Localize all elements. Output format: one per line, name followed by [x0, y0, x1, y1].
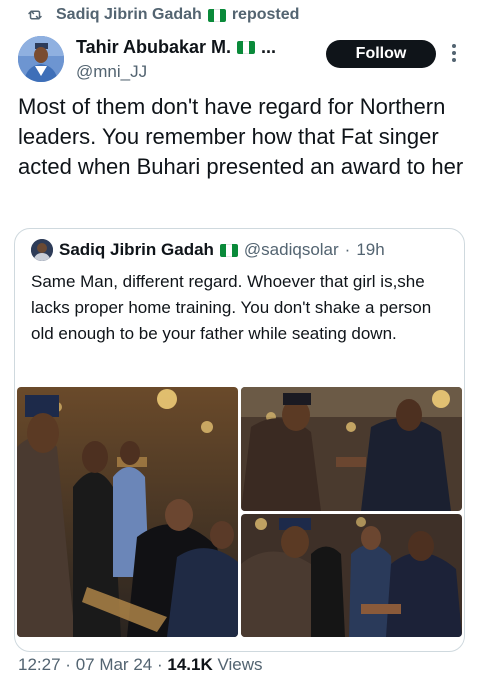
author-name-truncation: ...: [261, 37, 277, 57]
author-block: Tahir Abubakar M. ... @mni_JJ: [76, 37, 276, 82]
nigeria-flag-icon: [219, 243, 238, 257]
tweet-date[interactable]: 07 Mar 24: [76, 655, 153, 674]
nigeria-flag-icon: [237, 41, 256, 54]
footer-separator: ·: [156, 655, 163, 674]
more-options-icon[interactable]: [450, 42, 458, 64]
repost-label: Sadiq Jibrin Gadah reposted: [56, 6, 299, 24]
views-label: Views: [217, 655, 263, 674]
repost-icon: [28, 10, 42, 20]
views-count: 14.1K: [167, 655, 213, 674]
quoted-author-handle[interactable]: @sadiqsolar: [244, 240, 339, 260]
repost-user-name[interactable]: Sadiq Jibrin Gadah: [56, 6, 202, 24]
quoted-avatar-image: [31, 239, 53, 261]
footer-separator: ·: [65, 655, 71, 674]
tweet-footer: 12:27 · 07 Mar 24 · 14.1K Views: [18, 655, 263, 675]
quoted-author-name[interactable]: Sadiq Jibrin Gadah: [59, 240, 214, 260]
photo-image: [241, 387, 462, 511]
photo-image: [17, 387, 238, 637]
author-name: Tahir Abubakar M.: [76, 37, 232, 57]
author-name-row[interactable]: Tahir Abubakar M. ...: [76, 37, 276, 58]
nigeria-flag-icon: [207, 8, 226, 22]
tweet-text: Most of them don't have regard for North…: [18, 94, 464, 179]
tweet-time[interactable]: 12:27: [18, 655, 61, 674]
quoted-separator: ·: [344, 240, 351, 259]
photo-3[interactable]: [241, 514, 462, 637]
photo-1[interactable]: [17, 387, 238, 637]
media-grid: [17, 387, 462, 637]
author-handle[interactable]: @mni_JJ: [76, 62, 276, 82]
quoted-header: Sadiq Jibrin Gadah @sadiqsolar · 19h: [31, 239, 385, 261]
photo-2[interactable]: [241, 387, 462, 511]
repost-suffix: reposted: [231, 6, 300, 23]
quoted-author-avatar[interactable]: [31, 239, 53, 261]
quoted-time[interactable]: 19h: [356, 240, 384, 260]
author-avatar[interactable]: [18, 36, 64, 82]
follow-button[interactable]: Follow: [326, 40, 436, 68]
quoted-tweet[interactable]: Sadiq Jibrin Gadah @sadiqsolar · 19h Sam…: [14, 228, 465, 652]
repost-bar[interactable]: Sadiq Jibrin Gadah reposted: [26, 4, 299, 26]
photo-image: [241, 514, 462, 637]
quoted-text: Same Man, different regard. Whoever that…: [31, 272, 432, 343]
avatar-image: [18, 36, 64, 82]
